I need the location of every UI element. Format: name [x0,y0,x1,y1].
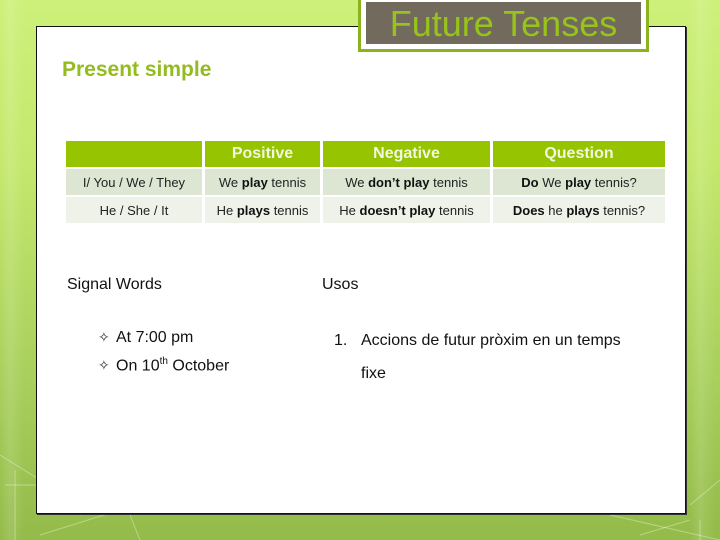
slide-panel [36,26,686,514]
header-subject [66,141,202,167]
header-question: Question [493,141,665,167]
four-point-star-icon: ✧ [98,329,110,345]
cell-positive: He plays tennis [205,197,320,223]
cell-positive: We play tennis [205,169,320,195]
cell-negative: He doesn’t play tennis [323,197,490,223]
title-inner: Future Tenses [366,2,641,44]
signal-words-heading: Signal Words [67,276,162,293]
uses-heading: Usos [322,276,359,293]
cell-negative: We don’t play tennis [323,169,490,195]
table-header-row: Positive Negative Question [66,141,665,167]
table-row: I/ You / We / They We play tennis We don… [66,169,665,195]
uses-list: 1. Accions de futur pròxim en un temps fi… [334,324,674,390]
cell-subject: I/ You / We / They [66,169,202,195]
slide-subtitle: Present simple [62,58,212,81]
title-box: Future Tenses [358,0,649,52]
slide-title: Future Tenses [389,3,618,44]
conjugation-table: Positive Negative Question I/ You / We /… [63,139,668,225]
header-positive: Positive [205,141,320,167]
cell-subject: He / She / It [66,197,202,223]
list-item: ✧ At 7:00 pm [98,325,229,350]
four-point-star-icon: ✧ [98,357,110,374]
list-item: 1. Accions de futur pròxim en un temps fi… [334,324,674,390]
cell-question: Does he plays tennis? [493,197,665,223]
cell-question: Do We play tennis? [493,169,665,195]
list-number: 1. [334,332,348,349]
signal-words-list: ✧ At 7:00 pm ✧ On 10th October [98,325,229,378]
header-negative: Negative [323,141,490,167]
table-row: He / She / It He plays tennis He doesn’t… [66,197,665,223]
list-item: ✧ On 10th October [98,350,229,378]
